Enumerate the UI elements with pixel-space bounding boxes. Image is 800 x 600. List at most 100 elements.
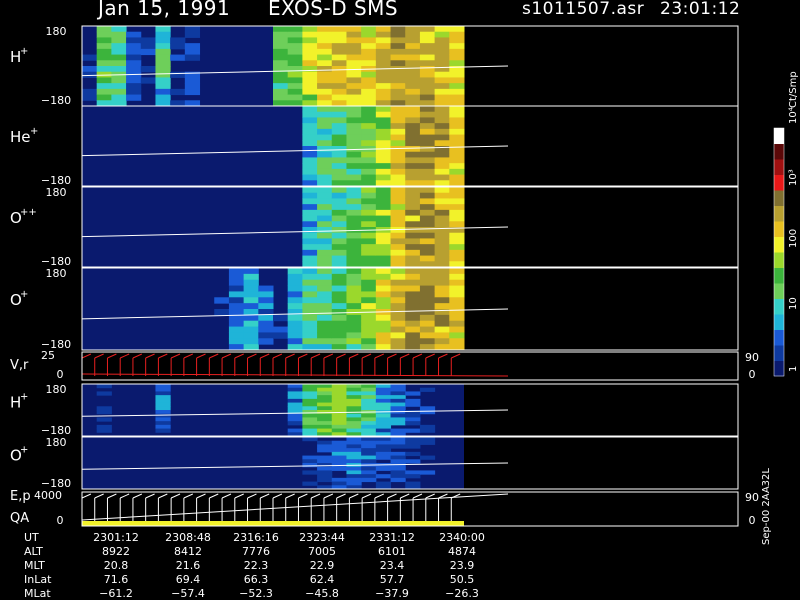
heatmap-cell xyxy=(375,168,392,176)
heatmap-cell xyxy=(317,444,333,449)
heatmap-cell xyxy=(273,83,289,90)
heatmap-cell xyxy=(375,157,392,164)
heatmap-cell xyxy=(434,151,450,158)
heatmap-cell xyxy=(361,163,377,170)
y-tick-bottom: 0 xyxy=(57,368,64,381)
row-value: 21.6 xyxy=(175,559,201,572)
heatmap-cell xyxy=(346,413,362,418)
heatmap-cell xyxy=(302,232,318,239)
heatmap-cell xyxy=(405,437,421,442)
heatmap-cell xyxy=(434,140,450,147)
heatmap-cell xyxy=(317,402,333,407)
heatmap-cell xyxy=(317,54,333,61)
heatmap-cell xyxy=(449,187,465,194)
heatmap-cell xyxy=(331,338,347,345)
heatmap-cell xyxy=(287,398,303,404)
heatmap-cell xyxy=(390,60,406,67)
heatmap-cell xyxy=(419,297,436,304)
heatmap-cell xyxy=(390,384,406,389)
heatmap-cell xyxy=(361,26,377,33)
heatmap-cell xyxy=(243,273,259,281)
heatmap-cell xyxy=(287,83,303,90)
heatmap-cell xyxy=(405,146,421,153)
y-tick-top: 180 xyxy=(46,436,67,449)
colorbar-swatch xyxy=(774,190,784,206)
heatmap-cell xyxy=(419,387,436,392)
heatmap-cell xyxy=(302,268,318,275)
row-value: 50.5 xyxy=(449,573,475,586)
heatmap-cell xyxy=(346,291,362,298)
heatmap-cell xyxy=(361,455,377,460)
heatmap-cell xyxy=(302,168,318,176)
heatmap-cell xyxy=(331,163,347,170)
colorbar-unit: Ct/Smp xyxy=(788,71,799,108)
heatmap-cell xyxy=(449,268,465,275)
heatmap-cell xyxy=(96,424,112,430)
heatmap-cell xyxy=(317,106,333,113)
heatmap-cell xyxy=(258,326,274,333)
heatmap-cell xyxy=(155,413,171,418)
heatmap-cell xyxy=(111,31,127,38)
heatmap-cell xyxy=(361,157,377,164)
heatmap-cell xyxy=(419,309,436,316)
heatmap-cell xyxy=(361,268,377,275)
heatmap-cell xyxy=(317,146,333,153)
heatmap-cell xyxy=(214,297,230,304)
heatmap-cell xyxy=(449,163,465,170)
heatmap-cell xyxy=(317,413,333,418)
row-value: 8922 xyxy=(102,545,130,558)
heatmap-cell xyxy=(361,43,377,50)
heatmap-cell xyxy=(375,440,392,445)
heatmap-cell xyxy=(302,314,318,322)
row-value: 2301:12 xyxy=(93,531,139,544)
heatmap-cell xyxy=(317,134,333,141)
heatmap-cell xyxy=(317,60,333,67)
heatmap-cell xyxy=(346,466,362,471)
heatmap-cell xyxy=(317,477,333,483)
row-value: 6101 xyxy=(378,545,406,558)
row-value: 62.4 xyxy=(309,573,335,586)
heatmap-cell xyxy=(346,398,362,404)
heatmap-cell xyxy=(375,273,392,281)
heatmap-cell xyxy=(331,448,347,453)
heatmap-cell xyxy=(390,273,406,281)
heatmap-cell xyxy=(390,221,406,228)
heatmap-cell xyxy=(302,94,318,101)
heatmap-cell xyxy=(375,428,392,433)
heatmap-cell xyxy=(317,255,333,262)
heatmap-cell xyxy=(155,66,171,73)
heatmap-cell xyxy=(287,332,303,339)
heatmap-cell xyxy=(375,77,392,84)
heatmap-cell xyxy=(405,309,421,316)
heatmap-cell xyxy=(405,198,421,205)
heatmap-cell xyxy=(302,417,318,422)
heatmap-cell xyxy=(302,209,318,217)
heatmap-cell xyxy=(449,192,465,199)
heatmap-cell xyxy=(375,43,392,50)
heatmap-cell xyxy=(434,157,450,164)
heatmap-cell xyxy=(390,421,406,426)
heatmap-cell xyxy=(287,303,303,310)
heatmap-cell xyxy=(361,338,377,345)
heatmap-cell xyxy=(361,440,377,445)
heatmap-cell xyxy=(375,88,392,96)
heatmap-cell xyxy=(390,117,406,124)
heatmap-cell xyxy=(155,94,171,101)
heatmap-cell xyxy=(346,326,362,333)
heatmap-cell xyxy=(243,326,259,333)
heatmap-cell xyxy=(346,77,362,84)
heatmap-cell xyxy=(419,168,436,176)
heatmap-cell xyxy=(331,168,347,176)
row-value: 20.8 xyxy=(103,559,129,572)
heatmap-cell xyxy=(346,117,362,124)
heatmap-cell xyxy=(302,273,318,281)
heatmap-cell xyxy=(317,77,333,84)
heatmap-cell xyxy=(405,417,421,422)
heatmap-cell xyxy=(434,111,450,118)
colorbar-swatch xyxy=(774,314,784,330)
heatmap-cell xyxy=(419,94,436,101)
heatmap-cell xyxy=(302,66,318,73)
heatmap-cell xyxy=(317,198,333,205)
heatmap-cell xyxy=(375,451,392,457)
heatmap-cell xyxy=(419,437,436,442)
